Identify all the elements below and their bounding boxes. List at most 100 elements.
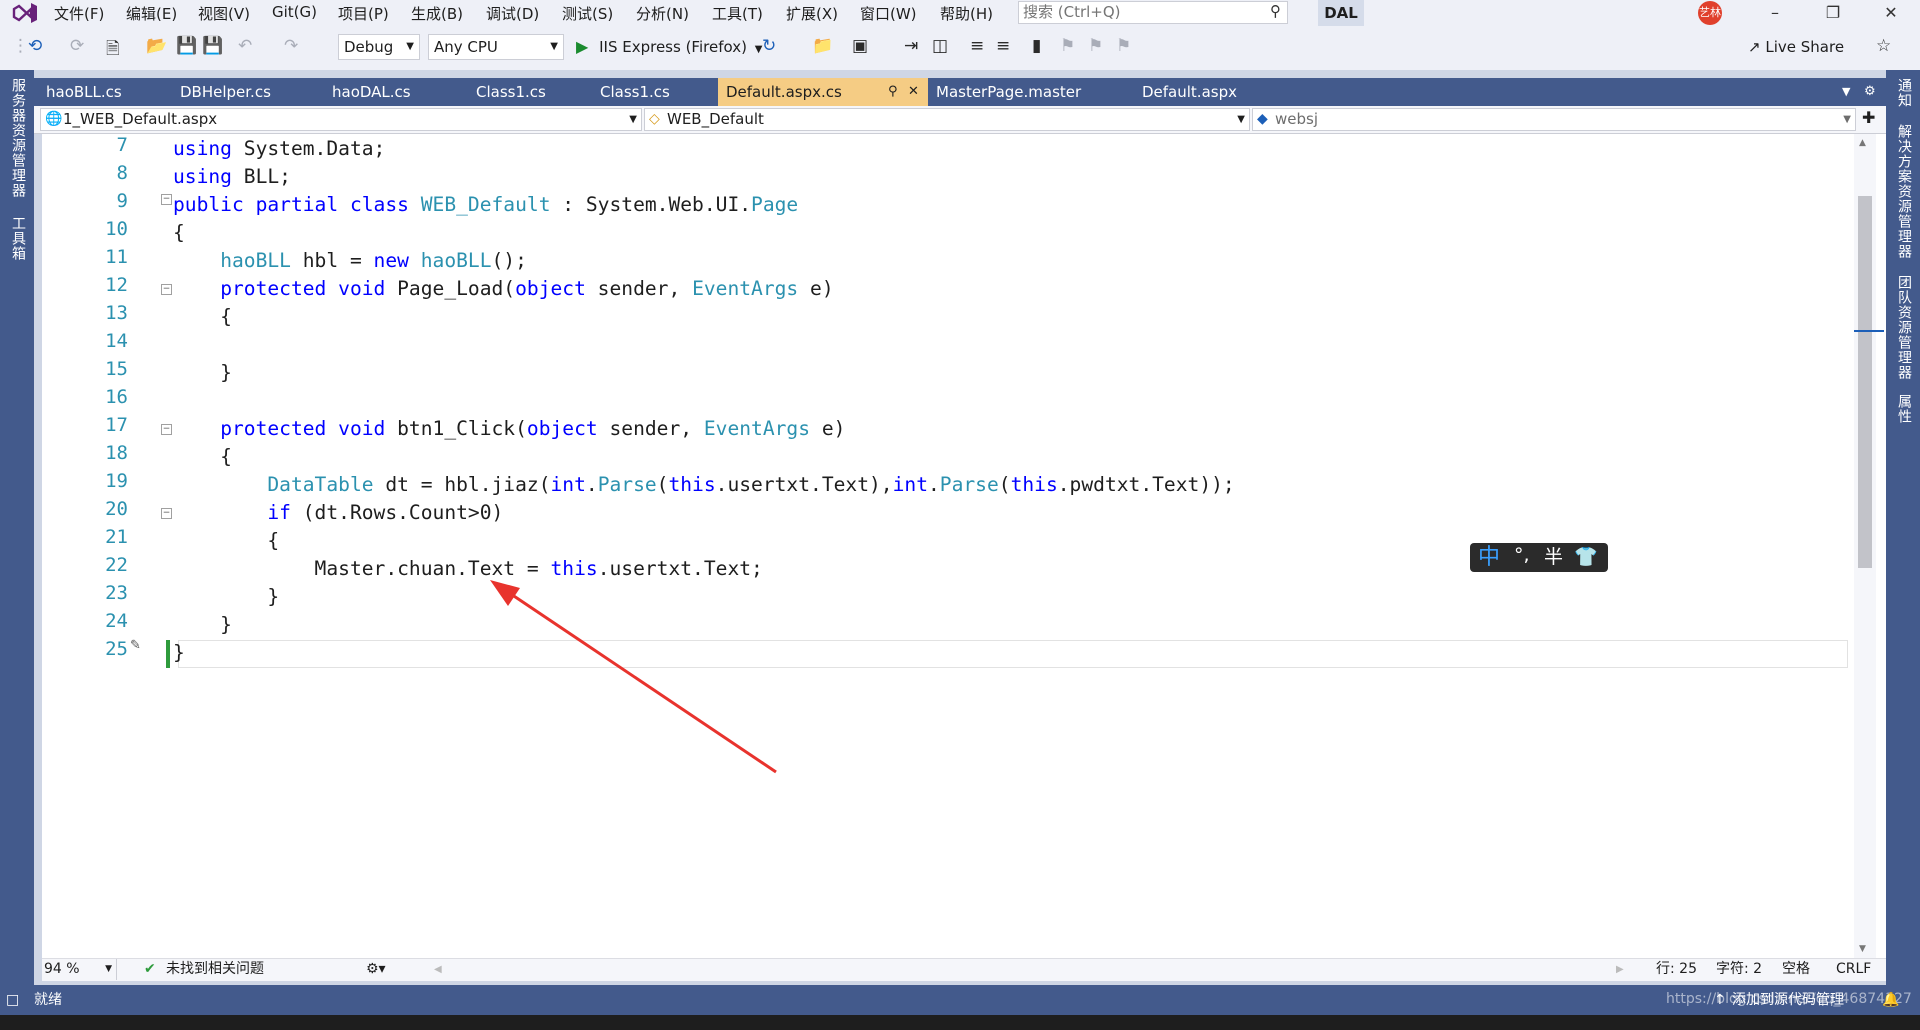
code-line[interactable]: haoBLL hbl = new haoBLL();	[173, 249, 527, 272]
menu-extensions[interactable]: 扩展(X)	[786, 3, 838, 24]
fold-collapse-icon[interactable]: −	[161, 284, 172, 295]
comment-icon[interactable]: ≡	[970, 36, 984, 56]
menu-test[interactable]: 测试(S)	[562, 3, 613, 24]
scroll-up-icon[interactable]: ▲	[1859, 138, 1866, 148]
bookmark-icon[interactable]: ▮	[1032, 36, 1041, 56]
line-indicator[interactable]: 行: 25	[1656, 959, 1697, 980]
menu-view[interactable]: 视图(V)	[198, 3, 250, 24]
code-line[interactable]: Master.chuan.Text = this.usertxt.Text;	[173, 557, 763, 580]
forward-icon[interactable]: ⟳	[70, 36, 84, 56]
close-tab-icon[interactable]: ✕	[908, 78, 919, 106]
solution-explorer-tab[interactable]: 解决方案资源管理器	[1894, 124, 1914, 259]
tab-dbhelper[interactable]: DBHelper.cs	[172, 78, 324, 106]
menu-git[interactable]: Git(G)	[272, 3, 317, 21]
code-line[interactable]: }	[173, 613, 232, 636]
visual-studio-logo-icon[interactable]	[12, 2, 40, 24]
quick-actions-icon[interactable]: ✎	[130, 638, 141, 653]
code-line[interactable]: using BLL;	[173, 165, 291, 188]
open-file-icon[interactable]: 📂	[146, 36, 167, 56]
redo-icon[interactable]: ↷	[284, 36, 298, 56]
split-editor-icon[interactable]: ✚	[1862, 108, 1875, 127]
code-cleanup-icon[interactable]: ⚙▾	[366, 959, 386, 980]
code-line[interactable]: protected void Page_Load(object sender, …	[173, 277, 833, 300]
tab-haodal[interactable]: haoDAL.cs	[324, 78, 468, 106]
notifications-tab[interactable]: 通知	[1894, 78, 1914, 108]
fold-collapse-icon[interactable]: −	[161, 424, 172, 435]
folder-icon[interactable]: 📁	[812, 36, 833, 56]
fold-collapse-icon[interactable]: −	[161, 194, 172, 205]
save-icon[interactable]: 💾	[176, 36, 197, 56]
code-line[interactable]: }	[173, 361, 232, 384]
solution-config-dropdown[interactable]: Debug ▼	[338, 34, 420, 60]
code-line[interactable]: {	[173, 305, 232, 328]
tab-class1-a[interactable]: Class1.cs	[468, 78, 592, 106]
char-indicator[interactable]: 字符: 2	[1716, 959, 1762, 980]
code-line[interactable]: {	[173, 529, 279, 552]
tab-haobll[interactable]: haoBLL.cs	[38, 78, 172, 106]
server-explorer-tab[interactable]: 服务器资源管理器	[8, 78, 28, 198]
tab-masterpage[interactable]: MasterPage.master	[928, 78, 1134, 106]
menu-help[interactable]: 帮助(H)	[940, 3, 993, 24]
menu-project[interactable]: 项目(P)	[338, 3, 389, 24]
tab-default-aspx-cs[interactable]: Default.aspx.cs ⚲ ✕	[718, 78, 928, 106]
pin-icon[interactable]: ⚲	[888, 78, 898, 106]
tab-list-dropdown-icon[interactable]: ▼	[1834, 78, 1850, 106]
properties-tab[interactable]: 属性	[1894, 394, 1914, 424]
minimize-icon[interactable]: –	[1752, 0, 1798, 26]
menu-analyze[interactable]: 分析(N)	[636, 3, 689, 24]
code-line[interactable]: {	[173, 445, 232, 468]
search-icon[interactable]: ⚲	[1270, 2, 1281, 20]
step-over-icon[interactable]: ⇥	[904, 36, 918, 56]
close-window-icon[interactable]: ✕	[1868, 0, 1914, 26]
settings-gear-icon[interactable]: ⚙	[1856, 78, 1876, 106]
window-layout-icon[interactable]: ◫	[932, 36, 948, 56]
code-line[interactable]: DataTable dt = hbl.jiaz(int.Parse(this.u…	[173, 473, 1234, 496]
scroll-left-icon[interactable]: ◀	[434, 959, 442, 980]
member-dropdown[interactable]: ◆ websj ▼	[1252, 108, 1856, 131]
browser-link-icon[interactable]: ▣	[852, 36, 868, 56]
code-line[interactable]: }	[173, 585, 279, 608]
undo-icon[interactable]: ↶	[238, 36, 252, 56]
code-line[interactable]: public partial class WEB_Default : Syste…	[173, 193, 798, 216]
menu-tools[interactable]: 工具(T)	[712, 3, 763, 24]
output-window-icon[interactable]: □	[6, 985, 19, 1015]
menu-file[interactable]: 文件(F)	[54, 3, 104, 24]
live-share-button[interactable]: ↗ Live Share	[1748, 38, 1844, 56]
prev-bookmark-icon[interactable]: ⚑	[1060, 36, 1075, 56]
menu-edit[interactable]: 编辑(E)	[126, 3, 177, 24]
save-all-icon[interactable]: 💾	[202, 36, 223, 56]
platform-dropdown[interactable]: Any CPU ▼	[428, 34, 564, 60]
menu-build[interactable]: 生成(B)	[411, 3, 463, 24]
scroll-right-icon[interactable]: ▶	[1616, 959, 1624, 980]
menu-window[interactable]: 窗口(W)	[860, 3, 917, 24]
search-input[interactable]	[1019, 2, 1253, 22]
tab-default-aspx[interactable]: Default.aspx	[1134, 78, 1284, 106]
uncomment-icon[interactable]: ≡	[996, 36, 1010, 56]
notification-bell-icon[interactable]: 🔔	[1882, 985, 1899, 1015]
clear-bookmarks-icon[interactable]: ⚑	[1116, 36, 1131, 56]
tab-class1-b[interactable]: Class1.cs	[592, 78, 718, 106]
code-line[interactable]: {	[173, 221, 185, 244]
eol-indicator[interactable]: CRLF	[1836, 959, 1871, 980]
feedback-icon[interactable]: ☆	[1876, 36, 1891, 56]
search-box[interactable]: ⚲	[1018, 1, 1288, 24]
whitespace-indicator[interactable]: 空格	[1782, 959, 1810, 980]
fold-collapse-icon[interactable]: −	[161, 508, 172, 519]
account-avatar[interactable]: 艺林	[1698, 1, 1722, 25]
code-line[interactable]: using System.Data;	[173, 137, 385, 160]
run-button[interactable]: ▶ IIS Express (Firefox) ▼	[576, 34, 762, 60]
ime-status-widget[interactable]: 中 °, 半 👕	[1470, 543, 1608, 572]
code-line[interactable]: if (dt.Rows.Count>0)	[173, 501, 503, 524]
issues-status[interactable]: 未找到相关问题	[166, 959, 264, 980]
menu-debug[interactable]: 调试(D)	[486, 3, 539, 24]
zoom-dropdown[interactable]: 94 % ▼	[42, 959, 117, 980]
back-icon[interactable]: ⟲	[28, 36, 42, 56]
next-bookmark-icon[interactable]: ⚑	[1088, 36, 1103, 56]
toolbox-tab[interactable]: 工具箱	[8, 216, 28, 261]
restore-icon[interactable]: ❐	[1810, 0, 1856, 26]
class-dropdown[interactable]: ◇ WEB_Default ▼	[644, 108, 1250, 131]
code-line[interactable]: }	[173, 641, 185, 664]
refresh-icon[interactable]: ↻	[762, 36, 776, 56]
project-dropdown[interactable]: 🌐 1_WEB_Default.aspx ▼	[40, 108, 642, 131]
scroll-thumb[interactable]	[1858, 196, 1872, 568]
